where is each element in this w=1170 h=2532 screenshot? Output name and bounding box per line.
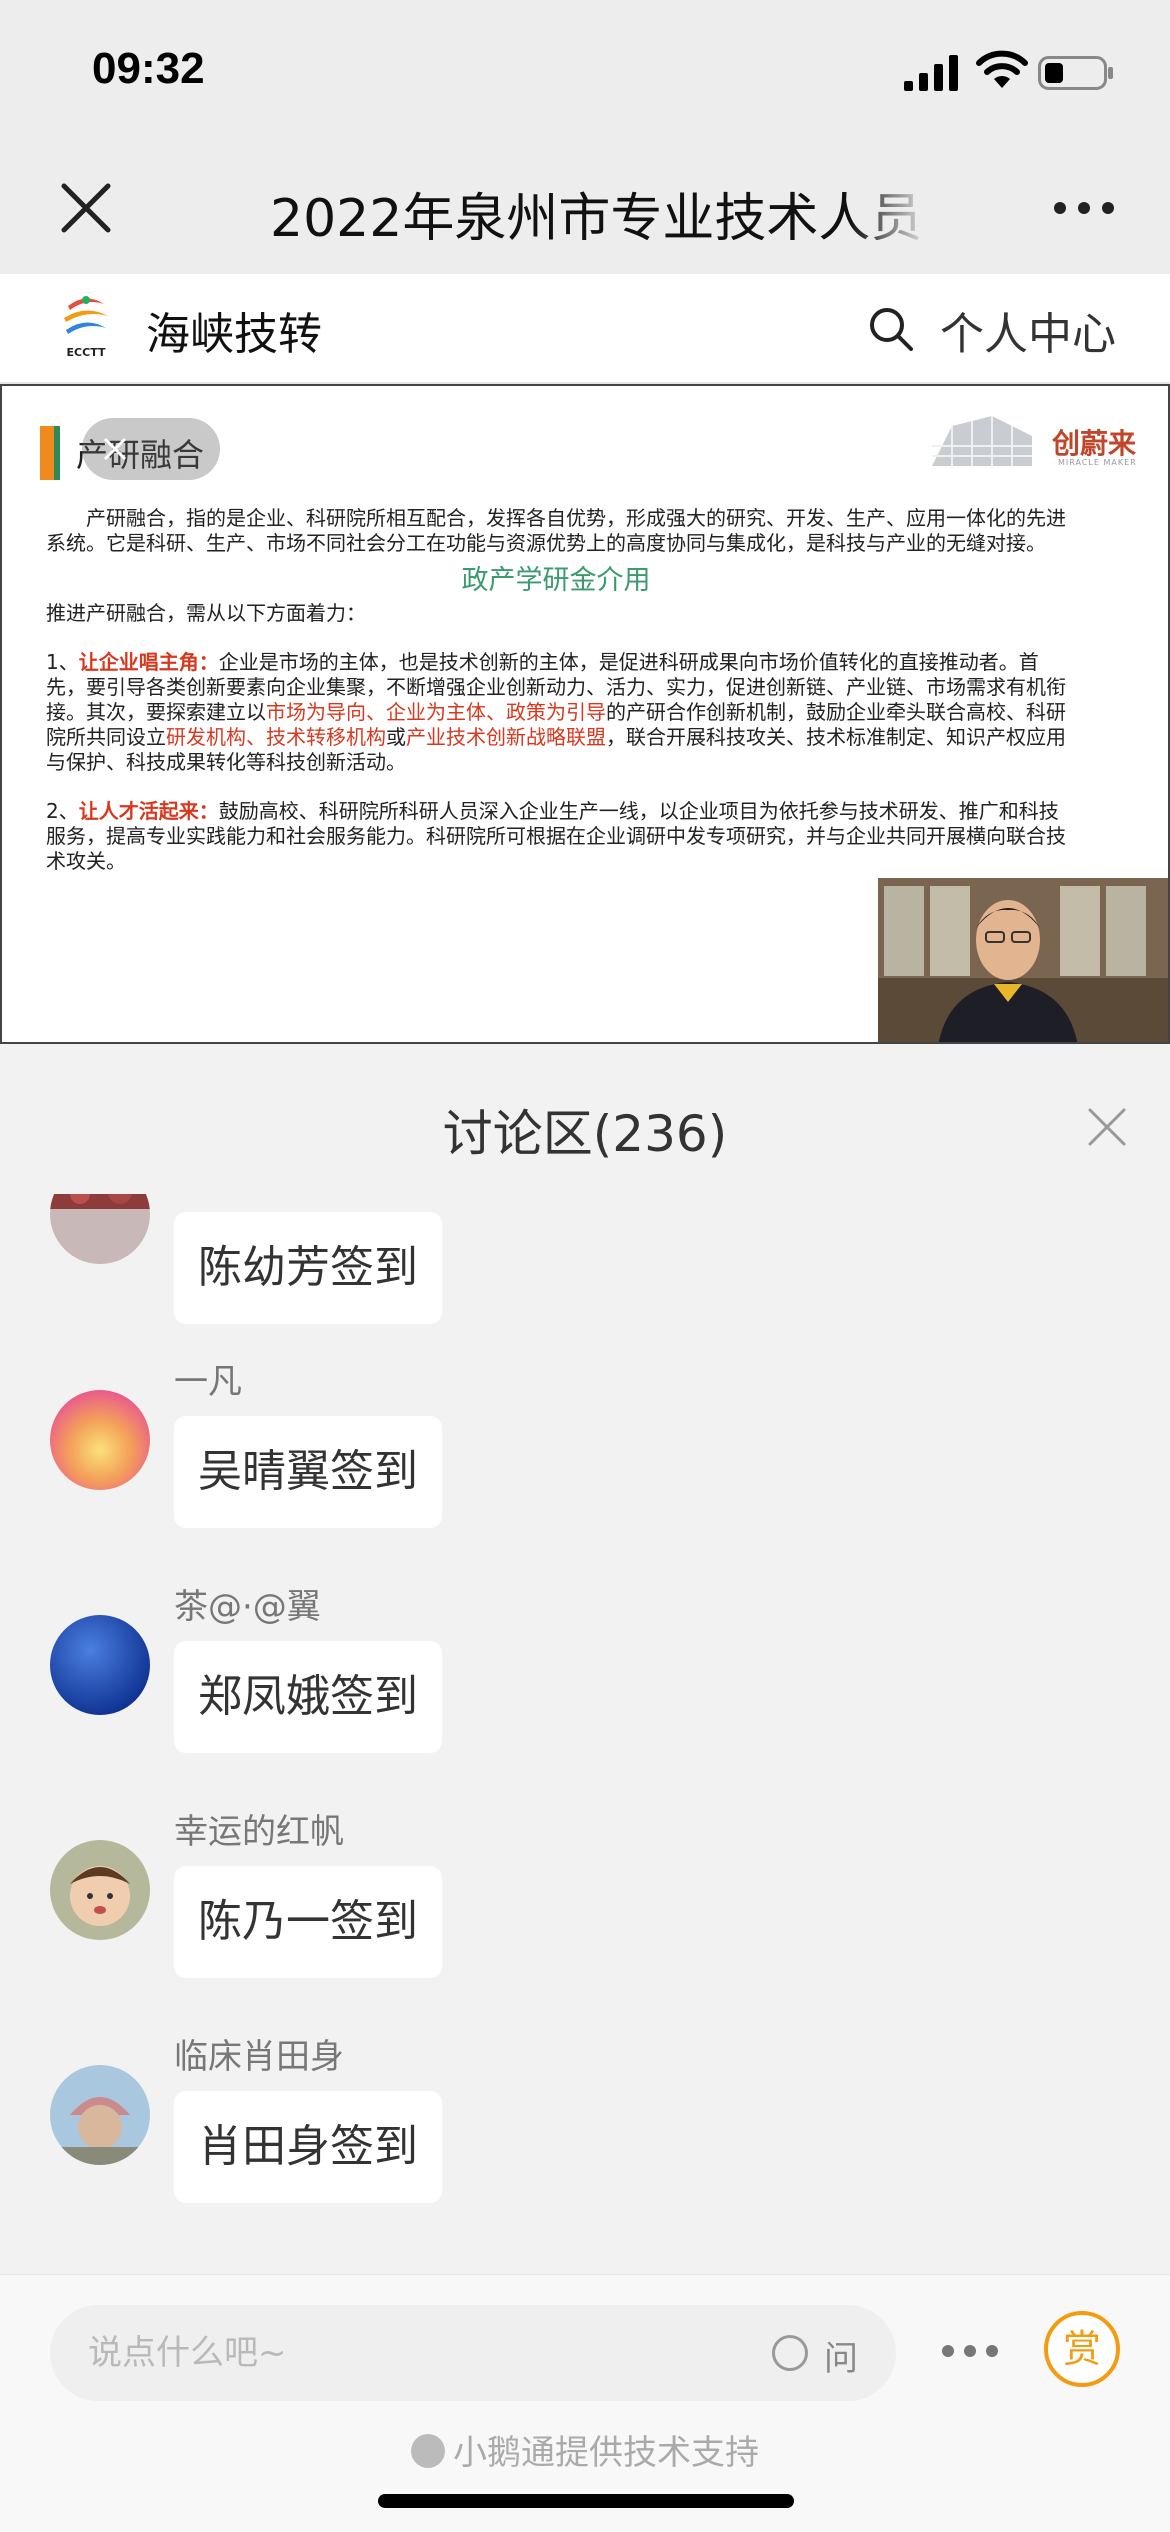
more-icon[interactable] — [940, 2341, 1000, 2361]
speaker-camera-feed — [878, 878, 1168, 1042]
message-author: 幸运的红帆 — [174, 1812, 344, 1852]
building-icon — [932, 416, 1032, 466]
point-highlight: 产业技术创新战略联盟 — [406, 725, 606, 749]
slide-intro: 产研融合，指的是企业、科研院所相互配合，发挥各自优势，形成强大的研究、开发、生产… — [46, 506, 1066, 555]
site-name[interactable]: 海峡技转 — [146, 298, 322, 362]
logo-text: ECCTT — [66, 346, 106, 359]
personal-center-link[interactable]: 个人中心 — [940, 298, 1116, 362]
list-item: 茶@·@翼 郑凤娥签到 — [0, 1579, 1170, 1779]
close-icon[interactable] — [56, 178, 116, 238]
wifi-icon — [976, 50, 1028, 88]
search-icon[interactable] — [866, 304, 916, 354]
slide-subtitle: 政产学研金介用 — [461, 565, 651, 596]
shrink-icon — [103, 437, 127, 461]
message-bubble: 吴晴翼签到 — [174, 1416, 442, 1528]
discussion-title: 讨论区(236) — [442, 1105, 728, 1163]
point-number: 1、 — [46, 650, 79, 674]
battery-icon — [1038, 56, 1113, 90]
point-text: 或 — [386, 725, 406, 749]
message-author: 茶@·@翼 — [174, 1587, 321, 1627]
powered-by: 小鹅通提供技术支持 — [0, 2425, 1170, 2474]
slide-accent-bar-green — [54, 426, 60, 480]
page-title: 2022年泉州市专业技术人员 — [270, 189, 923, 240]
avatar[interactable] — [50, 1390, 150, 1490]
point-highlight: 市场为导向、企业为主体、政策为引导 — [266, 700, 606, 724]
list-item: 临床肖田身 肖田身签到 — [0, 2029, 1170, 2229]
message-bubble: 陈乃一签到 — [174, 1866, 442, 1978]
ask-radio-icon — [772, 2335, 808, 2371]
signal-icon — [904, 55, 958, 91]
discussion-panel: 讨论区(236) 陈幼芳签到 一凡 吴晴翼签到 茶@·@翼 郑凤娥签到 幸运的红… — [0, 1044, 1170, 2274]
ask-label: 问 — [824, 2339, 858, 2379]
slide-point-2: 2、让人才活起来：鼓励高校、科研院所科研人员深入企业生产一线，以企业项目为依托参… — [46, 799, 1066, 874]
logo-icon — [64, 296, 108, 334]
status-bar: 09:32 — [0, 0, 1170, 150]
point-number: 2、 — [46, 799, 79, 823]
avatar[interactable] — [50, 1615, 150, 1715]
close-icon[interactable] — [1086, 1106, 1128, 1148]
brand-name: 创蔚来 — [1052, 427, 1137, 460]
comment-input[interactable] — [50, 2305, 896, 2401]
message-author: 一凡 — [174, 1362, 242, 1402]
avatar[interactable] — [50, 1840, 150, 1940]
message-bubble: 郑凤娥签到 — [174, 1641, 442, 1753]
nav-bar: 2022年泉州市专业技术人员 — [0, 150, 1170, 274]
point-title: 让企业唱主角： — [78, 650, 219, 674]
status-time: 09:32 — [92, 44, 205, 93]
message-bubble: 肖田身签到 — [174, 2091, 442, 2203]
slide-lead: 推进产研融合，需从以下方面着力： — [46, 601, 366, 625]
avatar[interactable] — [50, 1194, 150, 1264]
speaker-video-image — [878, 878, 1168, 1042]
brand-subtitle: MIRACLE MAKER — [1058, 458, 1137, 467]
list-item: 陈幼芳签到 — [0, 1194, 1170, 1324]
list-item: 一凡 吴晴翼签到 — [0, 1354, 1170, 1554]
list-item: 幸运的红帆 陈乃一签到 — [0, 1804, 1170, 2004]
video-player[interactable]: 产研融合 创蔚来 MIRACLE MAKER 产研融合，指的是企业、科研院所相互… — [0, 384, 1170, 1044]
home-indicator — [378, 2494, 794, 2508]
point-highlight: 研发机构、技术转移机构 — [166, 725, 386, 749]
slide-body: 产研融合，指的是企业、科研院所相互配合，发挥各自优势，形成强大的研究、开发、生产… — [46, 506, 1066, 874]
avatar[interactable] — [50, 2065, 150, 2165]
video-control-pill[interactable] — [82, 418, 220, 480]
site-logo[interactable]: ECCTT — [56, 292, 116, 362]
more-icon[interactable] — [1052, 196, 1116, 220]
powered-by-text: 小鹅通提供技术支持 — [453, 2433, 759, 2473]
site-header: ECCTT 海峡技转 个人中心 — [0, 274, 1170, 384]
message-list[interactable]: 陈幼芳签到 一凡 吴晴翼签到 茶@·@翼 郑凤娥签到 幸运的红帆 陈乃一签到 临… — [0, 1194, 1170, 2274]
slide-point-1: 1、让企业唱主角：企业是市场的主体，也是技术创新的主体，是促进科研成果向市场价值… — [46, 650, 1066, 775]
xiaoe-logo-icon — [411, 2434, 445, 2468]
reward-button[interactable]: 赏 — [1044, 2311, 1120, 2387]
brand-logo: 创蔚来 MIRACLE MAKER — [932, 416, 1142, 476]
message-author: 临床肖田身 — [174, 2037, 344, 2077]
point-title: 让人才活起来： — [78, 799, 219, 823]
message-bubble: 陈幼芳签到 — [174, 1212, 442, 1324]
